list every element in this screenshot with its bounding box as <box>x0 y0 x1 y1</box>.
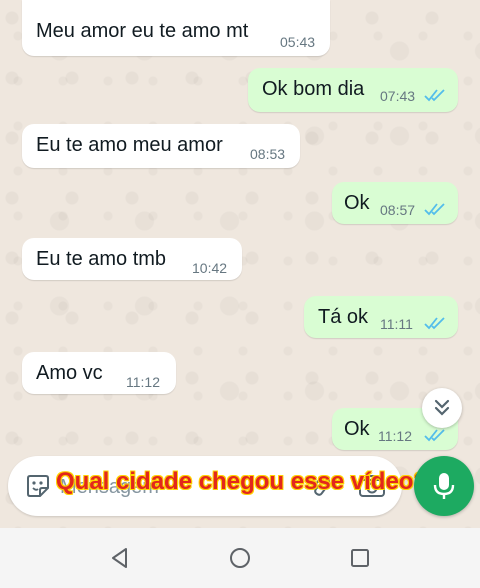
message-time: 08:53 <box>250 146 286 162</box>
chat-area: Meu amor eu te amo mt 05:43 Ok bom dia 0… <box>0 0 480 528</box>
mic-icon <box>433 473 455 499</box>
recents-square-icon[interactable] <box>348 546 372 570</box>
message-text: Ok <box>344 192 370 214</box>
message-time: 10:42 <box>192 260 228 276</box>
message-bubble-outgoing[interactable]: Ok bom dia 07:43 <box>248 68 458 112</box>
message-time: 08:57 <box>380 202 416 218</box>
scroll-to-bottom-button[interactable] <box>422 388 462 428</box>
message-time: 11:11 <box>380 316 413 332</box>
message-text: Amo vc <box>36 362 103 384</box>
message-time: 07:43 <box>380 88 416 104</box>
message-bubble-incoming[interactable]: Meu amor eu te amo mt 05:43 <box>22 0 330 56</box>
overlay-caption: Qual cidade chegou esse vídeo? <box>56 468 429 495</box>
mic-button[interactable] <box>414 456 474 516</box>
message-bubble-outgoing[interactable]: Ok 08:57 <box>332 182 458 224</box>
message-text: Eu te amo meu amor <box>36 134 223 156</box>
message-text: Ok bom dia <box>262 78 365 100</box>
message-text: Tá ok <box>318 306 369 328</box>
system-navigation-bar <box>0 528 480 588</box>
message-bubble-incoming[interactable]: Eu te amo tmb 10:42 <box>22 238 242 280</box>
message-text: Ok <box>344 418 370 440</box>
message-time: 05:43 <box>280 34 316 50</box>
message-time: 11:12 <box>126 374 160 390</box>
double-check-icon <box>424 317 445 330</box>
double-check-icon <box>424 203 445 216</box>
double-check-icon <box>424 429 445 442</box>
chevrons-down-icon <box>434 399 450 416</box>
message-bubble-incoming[interactable]: Eu te amo meu amor 08:53 <box>22 124 300 168</box>
sticker-icon[interactable] <box>24 472 52 500</box>
message-bubble-outgoing[interactable]: Tá ok 11:11 <box>304 296 458 338</box>
home-circle-icon[interactable] <box>228 546 252 570</box>
message-bubble-incoming[interactable]: Amo vc 11:12 <box>22 352 176 394</box>
back-triangle-icon[interactable] <box>108 546 132 570</box>
message-time: 11:12 <box>378 428 412 444</box>
message-text: Eu te amo tmb <box>36 248 167 270</box>
message-input-bar[interactable]: Mensagem Qual cidade chegou esse vídeo? <box>8 456 428 516</box>
double-check-icon <box>424 89 445 102</box>
message-text: Meu amor eu te amo mt <box>36 20 249 42</box>
